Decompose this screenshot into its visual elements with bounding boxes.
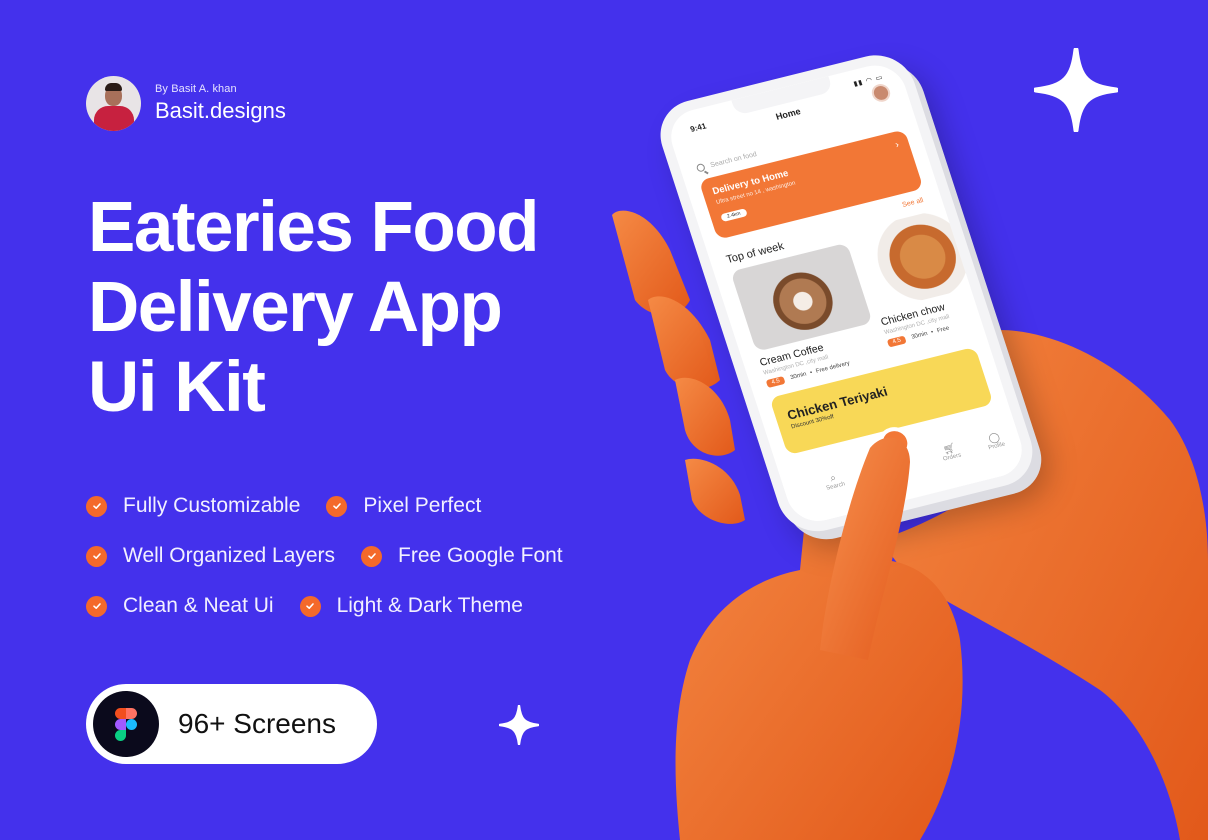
author-byline: By Basit A. khan [155,83,237,95]
check-icon [361,545,383,567]
food-delivery: Free delivery [815,360,851,375]
screens-badge: 96+ Screens [86,684,377,764]
sparkle-icon [499,705,539,745]
phone-mockup-scene: 9:41 ▮▮ ◠ ▭ Home Search on food Delivery… [580,0,1208,840]
feature-item: Free Google Font [361,544,563,568]
nav-orders[interactable]: 🛒︎ Orders [929,439,973,465]
home-icon [890,438,901,449]
check-icon [299,595,321,617]
check-icon [86,595,107,617]
search-placeholder: Search on food [709,150,758,169]
screens-count: 96+ Screens [178,708,336,739]
feature-row: Well Organized Layers Free Google Font [86,541,589,571]
title-line-1: Eateries Food [88,188,540,267]
feature-label: Pixel Perfect [363,494,482,517]
dot-separator: • [809,369,814,377]
page-title: Eateries Food Delivery App Ui Kit [88,188,608,428]
nav-profile[interactable]: ◯ Profile [973,428,1017,454]
check-icon [86,495,107,517]
author-avatar [86,76,141,131]
feature-label: Free Google Font [398,544,563,567]
author-name: Basit.designs [155,98,286,123]
title-line-2: Delivery App [88,268,503,347]
title-line-3: Ui Kit [88,348,266,427]
feature-item: Well Organized Layers [86,544,335,568]
feature-label: Clean & Neat Ui [123,594,274,617]
rating-badge: 4.5 [886,335,908,348]
check-icon [86,545,107,567]
check-icon [326,495,348,517]
feature-item: Pixel Perfect [326,494,481,518]
nav-search[interactable]: ⌕ Search [812,468,856,494]
feature-item: Fully Customizable [86,494,300,518]
feature-row: Clean & Neat Ui Light & Dark Theme [86,591,589,621]
food-time: 30min [910,330,929,341]
food-time: 30min [789,371,808,382]
feature-label: Light & Dark Theme [336,594,523,617]
search-icon [695,162,706,173]
feature-label: Fully Customizable [123,494,301,517]
feature-label: Well Organized Layers [123,544,336,567]
distance-chip: 2.4km [720,208,748,223]
feature-row: Fully Customizable Pixel Perfect [86,491,589,521]
see-all-link[interactable]: See all [901,197,924,209]
feature-item: Clean & Neat Ui [86,594,274,618]
feature-item: Light & Dark Theme [299,594,523,618]
dot-separator: • [930,329,935,336]
feature-list: Fully Customizable Pixel Perfect Well Or… [86,491,589,641]
author-block: By Basit A. khan Basit.designs [86,76,286,131]
rating-badge: 4.5 [765,375,786,388]
food-delivery: Free [936,325,951,335]
figma-icon [93,691,159,757]
